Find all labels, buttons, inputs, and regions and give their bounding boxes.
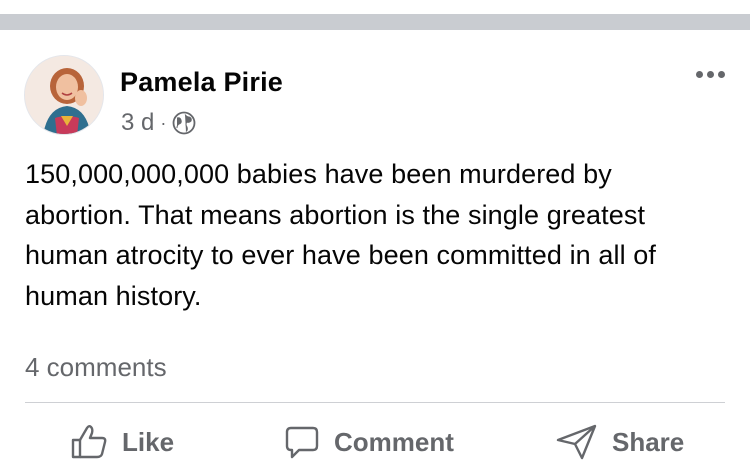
post-text: 150,000,000,000 babies have been murdere… bbox=[25, 159, 657, 311]
globe-icon[interactable] bbox=[172, 111, 196, 135]
feed-separator bbox=[0, 14, 750, 30]
avatar-photo bbox=[25, 56, 103, 134]
like-button[interactable]: Like bbox=[70, 416, 174, 468]
post-meta: 3 d · bbox=[121, 108, 196, 138]
divider bbox=[25, 402, 725, 403]
thumbs-up-icon bbox=[71, 425, 107, 459]
post-timestamp[interactable]: 3 d bbox=[121, 109, 154, 137]
more-options-dot bbox=[706, 70, 714, 78]
author-avatar[interactable] bbox=[24, 55, 104, 135]
more-options-button[interactable] bbox=[690, 64, 730, 84]
like-label: Like bbox=[122, 426, 175, 457]
meta-separator: · bbox=[160, 112, 167, 133]
feed-post: Pamela Pirie 3 d · 150,000,000,000 babie… bbox=[0, 30, 750, 471]
share-button[interactable]: Share bbox=[556, 416, 684, 468]
top-spacer bbox=[0, 0, 750, 12]
post-action-bar: Like Comment Share bbox=[0, 416, 750, 468]
comments-count[interactable]: 4 comments bbox=[25, 352, 167, 383]
more-options-dot bbox=[717, 70, 725, 78]
more-options-icon bbox=[695, 70, 703, 78]
comment-button[interactable]: Comment bbox=[284, 416, 454, 468]
share-arrow-icon bbox=[556, 424, 597, 460]
author-name[interactable]: Pamela Pirie bbox=[120, 67, 283, 98]
comment-label: Comment bbox=[334, 426, 454, 457]
share-label: Share bbox=[612, 426, 685, 457]
comment-bubble-icon bbox=[285, 426, 319, 459]
